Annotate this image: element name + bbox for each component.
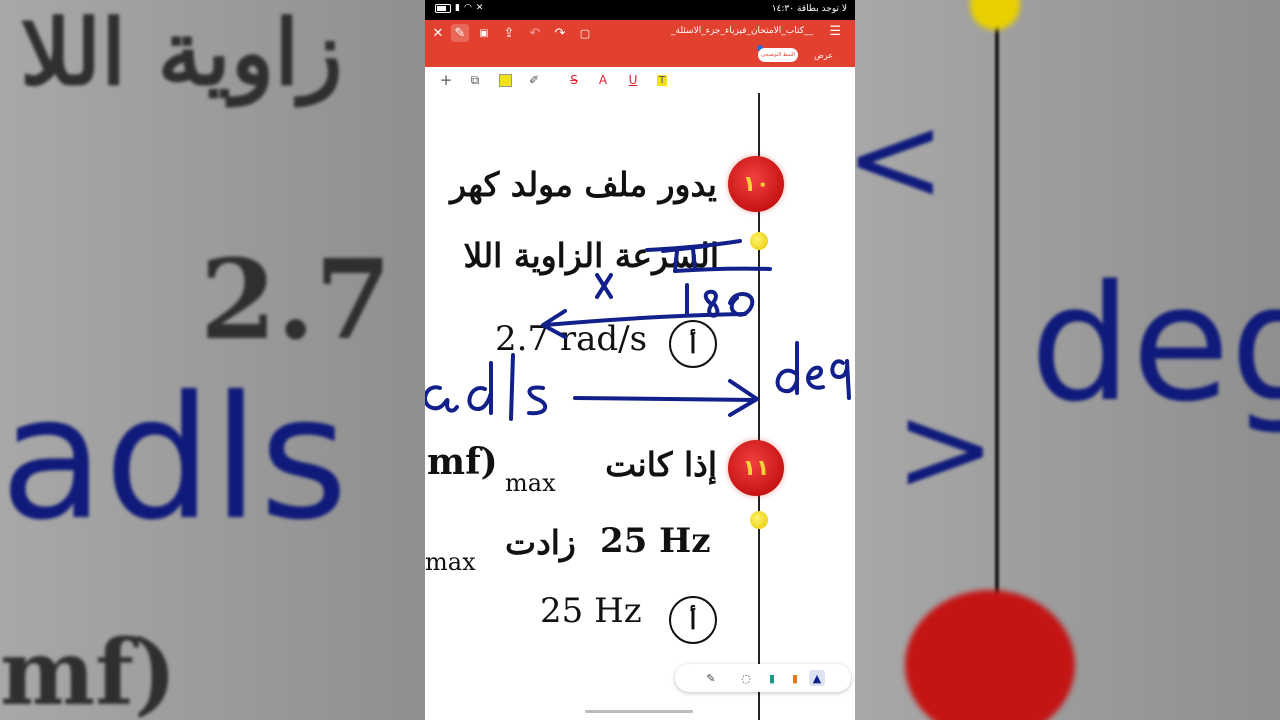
pen-edit-icon[interactable]: ✎: [451, 24, 469, 42]
pen-settings-icon[interactable]: ✎: [703, 670, 719, 686]
pen-tools-bar: ✎ ◌ ▮ ▮ ▲: [675, 664, 851, 692]
highlighter-teal-icon[interactable]: ▮: [764, 670, 780, 686]
status-bar: ▮ ◠ ✕ لا توجد بطاقة ١٤:٣٠: [425, 0, 855, 20]
background-text-bottom: mf): [0, 620, 177, 720]
lasso-icon[interactable]: ◌: [738, 670, 754, 686]
share-icon[interactable]: ⇪: [500, 24, 518, 42]
fraction-bar: [673, 266, 772, 273]
phone-screen: ▮ ◠ ✕ لا توجد بطاقة ١٤:٣٠ ✕ ✎ ▣ ⇪ ↶ ↷ ▢ …: [425, 0, 855, 720]
text-color-icon[interactable]: A: [595, 72, 611, 88]
mute-icon: ✕: [475, 3, 484, 13]
save-icon[interactable]: ▢: [576, 24, 594, 42]
mode-pill-button[interactable]: النمط التوضيحي: [758, 48, 798, 62]
document-title: _كتاب_الامتحان_فيزياء_جزء_الاسئلة__: [671, 26, 813, 36]
background-text-top: زاوية اللا: [20, 0, 343, 106]
background-right: deg > <: [855, 0, 1280, 720]
app-bar: ✕ ✎ ▣ ⇪ ↶ ↷ ▢ _كتاب_الامتحان_فيزياء_جزء_…: [425, 20, 855, 67]
undo-icon[interactable]: ↶: [526, 24, 544, 42]
background-number: 2.7: [200, 235, 392, 364]
handwriting-layer: [425, 239, 851, 421]
view-menu-label[interactable]: عرض: [814, 51, 833, 60]
signal-icon: ▮: [455, 3, 460, 13]
add-icon[interactable]: +: [438, 71, 454, 89]
eraser-icon[interactable]: ✐: [526, 72, 542, 88]
home-indicator[interactable]: [585, 710, 693, 713]
shapes-icon[interactable]: ⧉: [467, 72, 483, 88]
close-icon[interactable]: ✕: [429, 24, 447, 42]
background-left: زاوية اللا 2.7 adls mf): [0, 0, 425, 720]
background-ink-deg: deg: [1030, 250, 1280, 437]
status-carrier: لا توجد بطاقة ١٤:٣٠: [771, 4, 847, 14]
battery-icon: [435, 4, 451, 13]
layout-icon[interactable]: ▣: [475, 24, 493, 42]
pen-blue-icon[interactable]: ▲: [809, 670, 825, 686]
redo-icon[interactable]: ↷: [551, 24, 569, 42]
annotation-toolbar: + ⧉ ✐ S A U T: [425, 67, 855, 94]
text-highlight-icon[interactable]: T: [654, 72, 670, 88]
background-ink-word: adls: [0, 360, 348, 558]
menu-icon[interactable]: ☰: [829, 24, 841, 39]
wifi-icon: ◠: [463, 3, 472, 13]
highlight-box-icon[interactable]: [497, 72, 513, 88]
underline-icon[interactable]: U: [625, 72, 641, 88]
strikethrough-icon[interactable]: S: [566, 72, 582, 88]
marker-orange-icon[interactable]: ▮: [787, 670, 803, 686]
status-icons: ▮ ◠ ✕: [435, 4, 483, 13]
document-page[interactable]: ١٠ يدور ملف مولد كهر السرعة الزاوية اللا…: [425, 93, 855, 720]
